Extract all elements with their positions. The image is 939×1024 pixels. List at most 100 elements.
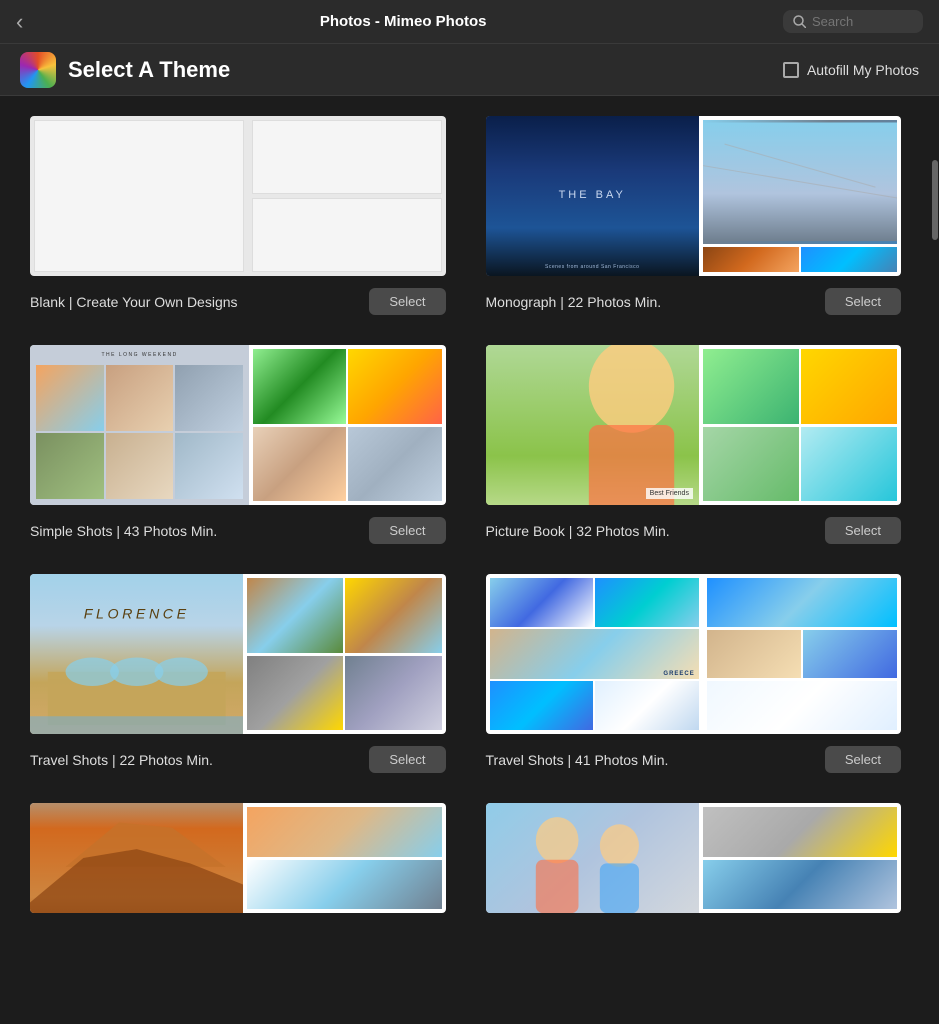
- theme-card-monograph: THE BAY Scenes from around San Francisco: [486, 116, 902, 315]
- search-input[interactable]: [812, 14, 913, 29]
- family-right: [703, 803, 901, 913]
- main-content: Blank | Create Your Own Designs Select T…: [0, 96, 939, 933]
- theme-preview-family: [486, 803, 902, 913]
- theme-footer-monograph: Monograph | 22 Photos Min. Select: [486, 288, 902, 315]
- ss-p2: [106, 365, 174, 431]
- theme-card-travel-florence: FLORENCE Travel Shots | 22 Photos M: [30, 574, 446, 773]
- sub-header-left: Select A Theme: [20, 52, 230, 88]
- ss-p6: [175, 433, 243, 499]
- florence-cover: FLORENCE: [30, 574, 243, 734]
- app-icon: [20, 52, 56, 88]
- theme-preview-simple: THE LONG WEEKEND: [30, 345, 446, 505]
- monograph-right: [703, 116, 901, 276]
- gr-r4: [707, 681, 897, 730]
- theme-footer-blank: Blank | Create Your Own Designs Select: [30, 288, 446, 315]
- mono-photo-dog: [703, 247, 799, 272]
- theme-name-greece: Travel Shots | 41 Photos Min.: [486, 752, 669, 768]
- select-button-florence[interactable]: Select: [369, 746, 445, 773]
- theme-card-blank: Blank | Create Your Own Designs Select: [30, 116, 446, 315]
- gr-r2: [707, 630, 801, 679]
- select-button-greece[interactable]: Select: [825, 746, 901, 773]
- window-title: Photos - Mimeo Photos: [23, 13, 783, 30]
- back-button[interactable]: ‹: [16, 9, 23, 35]
- search-icon: [793, 15, 806, 28]
- pb-r4: [801, 427, 897, 502]
- select-button-blank[interactable]: Select: [369, 288, 445, 315]
- sub-header: Select A Theme Autofill My Photos: [0, 44, 939, 96]
- gr-2: [595, 578, 699, 627]
- theme-card-canyon: [30, 803, 446, 913]
- theme-footer-greece: Travel Shots | 41 Photos Min. Select: [486, 746, 902, 773]
- theme-footer-simple: Simple Shots | 43 Photos Min. Select: [30, 517, 446, 544]
- monograph-cover: THE BAY Scenes from around San Francisco: [486, 116, 699, 276]
- theme-footer-florence: Travel Shots | 22 Photos Min. Select: [30, 746, 446, 773]
- greece-right: [707, 574, 901, 734]
- theme-card-picbook: Best Friends Picture Book | 32 Photos Mi…: [486, 345, 902, 544]
- picbook-right: [703, 345, 901, 505]
- theme-name-simple: Simple Shots | 43 Photos Min.: [30, 523, 217, 539]
- gr-r3: [803, 630, 897, 679]
- canyon-right: [247, 803, 445, 913]
- theme-card-simple: THE LONG WEEKEND: [30, 345, 446, 544]
- autofill-checkbox[interactable]: [783, 62, 799, 78]
- themes-grid-bottom-partial: [30, 803, 901, 913]
- mono-photo-bottom-row: [703, 247, 897, 272]
- blank-right-bottom: [252, 198, 441, 272]
- theme-preview-greece: GREECE: [486, 574, 902, 734]
- simple-left: THE LONG WEEKEND: [30, 345, 249, 505]
- theme-preview-blank: [30, 116, 446, 276]
- title-bar: ‹ Photos - Mimeo Photos: [0, 0, 939, 44]
- svg-text:FLORENCE: FLORENCE: [84, 606, 190, 622]
- theme-card-family: [486, 803, 902, 913]
- florence-right: [247, 574, 445, 734]
- theme-preview-monograph: THE BAY Scenes from around San Francisco: [486, 116, 902, 276]
- blank-page-right: [250, 116, 445, 276]
- select-button-monograph[interactable]: Select: [825, 288, 901, 315]
- gr-4: [595, 681, 699, 730]
- theme-preview-canyon: [30, 803, 446, 913]
- theme-name-monograph: Monograph | 22 Photos Min.: [486, 294, 662, 310]
- select-button-simple[interactable]: Select: [369, 517, 445, 544]
- greece-left: GREECE: [486, 574, 703, 734]
- scrollbar-thumb[interactable]: [932, 160, 938, 240]
- gr-1: [490, 578, 594, 627]
- gr-ruins: GREECE: [490, 629, 699, 678]
- picbook-cover: Best Friends: [486, 345, 699, 505]
- select-button-picbook[interactable]: Select: [825, 517, 901, 544]
- family-r2: [703, 860, 897, 910]
- page-title: Select A Theme: [68, 57, 230, 83]
- flor-r2: [345, 578, 441, 653]
- gr-3: [490, 681, 594, 730]
- canyon-left: [30, 803, 243, 913]
- autofill-container: Autofill My Photos: [783, 62, 919, 78]
- ss-p4: [36, 433, 104, 499]
- blank-page-left: [34, 120, 244, 272]
- simple-right: [253, 345, 445, 505]
- canyon-r2: [247, 860, 441, 910]
- family-r1: [703, 807, 897, 857]
- mono-photo-top: [703, 120, 897, 244]
- canyon-r1: [247, 807, 441, 857]
- theme-footer-picbook: Picture Book | 32 Photos Min. Select: [486, 517, 902, 544]
- theme-preview-picbook: Best Friends: [486, 345, 902, 505]
- search-bar[interactable]: [783, 10, 923, 33]
- theme-name-florence: Travel Shots | 22 Photos Min.: [30, 752, 213, 768]
- ss-p1: [36, 365, 104, 431]
- flor-r3: [247, 656, 343, 731]
- blank-right-top: [252, 120, 441, 194]
- gr-r1: [707, 578, 897, 627]
- ss-r3: [253, 427, 346, 502]
- flor-r1: [247, 578, 343, 653]
- theme-name-blank: Blank | Create Your Own Designs: [30, 294, 238, 310]
- ss-p3: [175, 365, 243, 431]
- family-left: [486, 803, 699, 913]
- flor-r4: [345, 656, 441, 731]
- themes-grid: Blank | Create Your Own Designs Select T…: [30, 116, 901, 773]
- theme-name-picbook: Picture Book | 32 Photos Min.: [486, 523, 670, 539]
- ss-r4: [348, 427, 441, 502]
- autofill-label: Autofill My Photos: [807, 62, 919, 78]
- mono-photo-water: [801, 247, 897, 272]
- theme-preview-florence: FLORENCE: [30, 574, 446, 734]
- ss-r1: [253, 349, 346, 424]
- ss-r2: [348, 349, 441, 424]
